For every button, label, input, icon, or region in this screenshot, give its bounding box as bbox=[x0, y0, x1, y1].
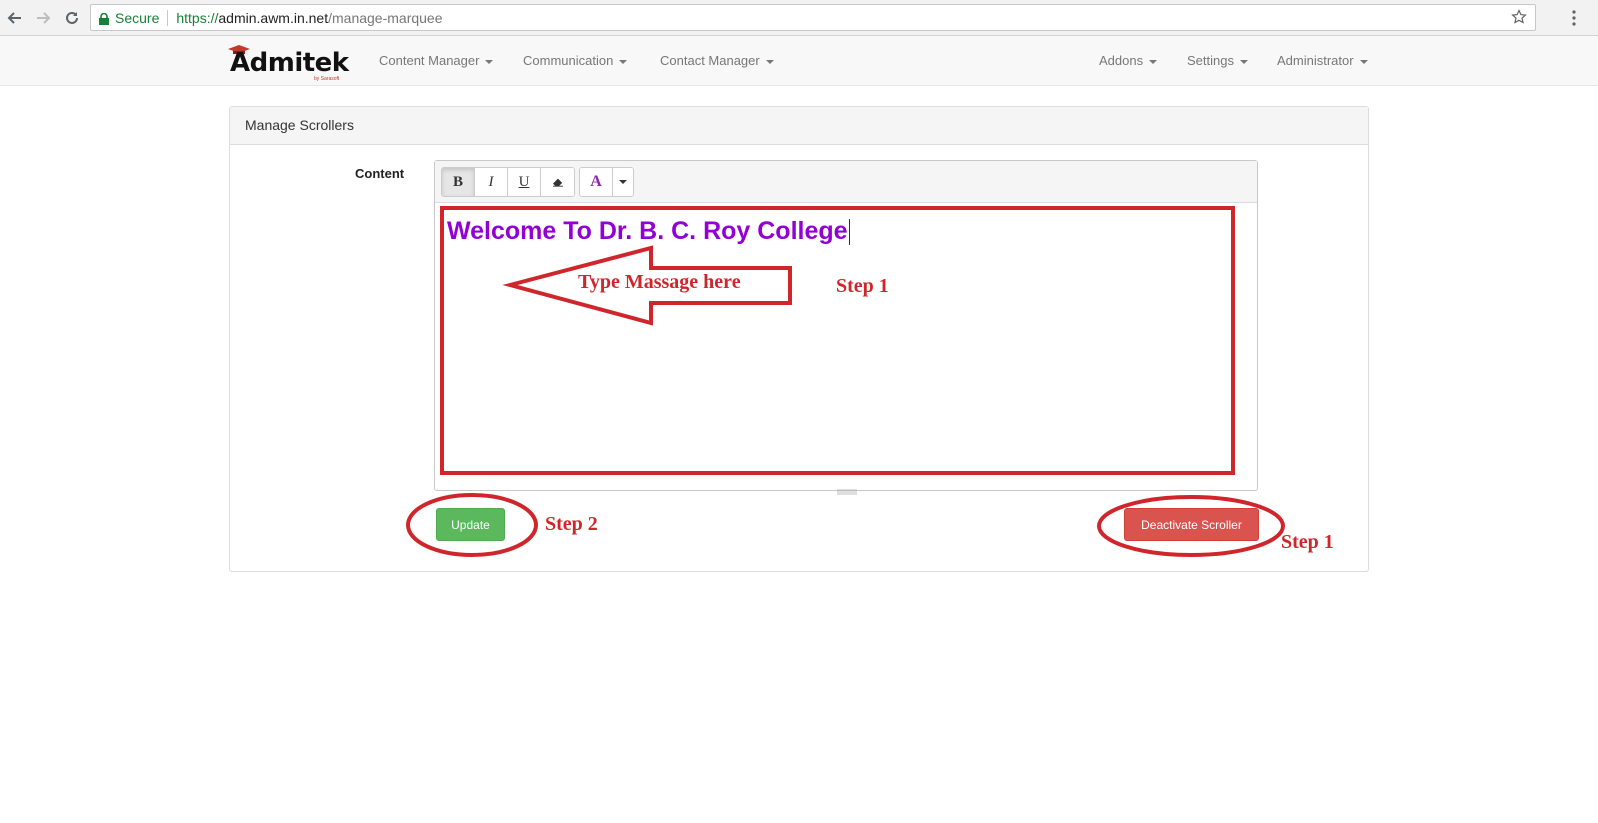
nav-label: Settings bbox=[1187, 53, 1234, 68]
nav-addons[interactable]: Addons bbox=[1099, 36, 1158, 86]
resize-handle[interactable] bbox=[837, 482, 857, 495]
nav-label: Communication bbox=[523, 53, 614, 68]
arrow-label: Type Massage here bbox=[578, 271, 741, 293]
nav-label: Administrator bbox=[1277, 53, 1354, 68]
star-icon[interactable] bbox=[1511, 9, 1527, 25]
url-text[interactable]: https://admin.awm.in.net/manage-marquee bbox=[176, 10, 442, 26]
forward-icon[interactable] bbox=[32, 7, 54, 29]
nav-communication[interactable]: Communication bbox=[523, 36, 628, 86]
nav-contact-manager[interactable]: Contact Manager bbox=[660, 36, 774, 86]
caret-icon bbox=[1149, 59, 1158, 64]
step-update-label: Step 2 bbox=[545, 513, 598, 535]
nav-label: Addons bbox=[1099, 53, 1144, 68]
eraser-icon bbox=[552, 178, 563, 187]
nav-label: Content Manager bbox=[379, 53, 480, 68]
text-color-button[interactable]: A bbox=[580, 168, 613, 196]
nav-administrator[interactable]: Administrator bbox=[1277, 36, 1368, 86]
step-deactivate-label: Step 1 bbox=[1281, 531, 1334, 553]
menu-icon[interactable] bbox=[1566, 9, 1582, 27]
url-path: /manage-marquee bbox=[328, 9, 443, 26]
format-button-group: B I U bbox=[441, 167, 575, 197]
clear-format-button[interactable] bbox=[541, 168, 574, 196]
text-cursor bbox=[848, 219, 850, 246]
browser-toolbar: Secure https://admin.awm.in.net/manage-m… bbox=[0, 0, 1598, 36]
content-label: Content bbox=[355, 166, 405, 181]
italic-button[interactable]: I bbox=[475, 168, 508, 196]
nav-settings[interactable]: Settings bbox=[1187, 36, 1248, 86]
rich-text-editor: B I U A Welcome To Dr. B. C. Roy College bbox=[434, 160, 1258, 495]
url-host: admin.awm.in.net bbox=[218, 9, 329, 26]
update-button[interactable]: Update bbox=[436, 508, 505, 541]
bold-button[interactable]: B bbox=[442, 168, 475, 196]
underline-button[interactable]: U bbox=[508, 168, 541, 196]
editor-text-value: Welcome To Dr. B. C. Roy College bbox=[447, 217, 848, 245]
editor-content-area[interactable]: Welcome To Dr. B. C. Roy College bbox=[435, 203, 1257, 479]
color-dropdown-toggle[interactable] bbox=[613, 168, 633, 196]
deactivate-scroller-button[interactable]: Deactivate Scroller bbox=[1124, 508, 1259, 541]
app-navbar: Admitek by Sarasoft Content Manager Comm… bbox=[0, 36, 1598, 86]
back-icon[interactable] bbox=[4, 7, 26, 29]
caret-icon bbox=[485, 59, 494, 64]
caret-icon bbox=[765, 59, 774, 64]
nav-content-manager[interactable]: Content Manager bbox=[379, 36, 494, 86]
caret-icon bbox=[619, 180, 627, 184]
brand-logo[interactable]: Admitek by Sarasoft bbox=[228, 42, 349, 82]
address-separator bbox=[167, 9, 169, 26]
caret-icon bbox=[1359, 59, 1368, 64]
editor-toolbar: B I U A bbox=[435, 161, 1257, 203]
panel-title: Manage Scrollers bbox=[230, 107, 1368, 145]
nav-label: Contact Manager bbox=[660, 53, 760, 68]
editor-text: Welcome To Dr. B. C. Roy College bbox=[447, 217, 850, 246]
reload-icon[interactable] bbox=[61, 7, 83, 29]
secure-label: Secure bbox=[115, 9, 160, 26]
lock-icon bbox=[99, 12, 109, 25]
address-bar[interactable]: Secure https://admin.awm.in.net/manage-m… bbox=[90, 4, 1536, 31]
color-button-group: A bbox=[579, 167, 634, 197]
caret-icon bbox=[1239, 59, 1248, 64]
brand-name: Admitek bbox=[230, 48, 349, 78]
caret-icon bbox=[619, 59, 628, 64]
brand-subtitle: by Sarasoft bbox=[314, 76, 340, 82]
step-editor-label: Step 1 bbox=[836, 275, 889, 297]
url-scheme: https:// bbox=[176, 9, 219, 26]
